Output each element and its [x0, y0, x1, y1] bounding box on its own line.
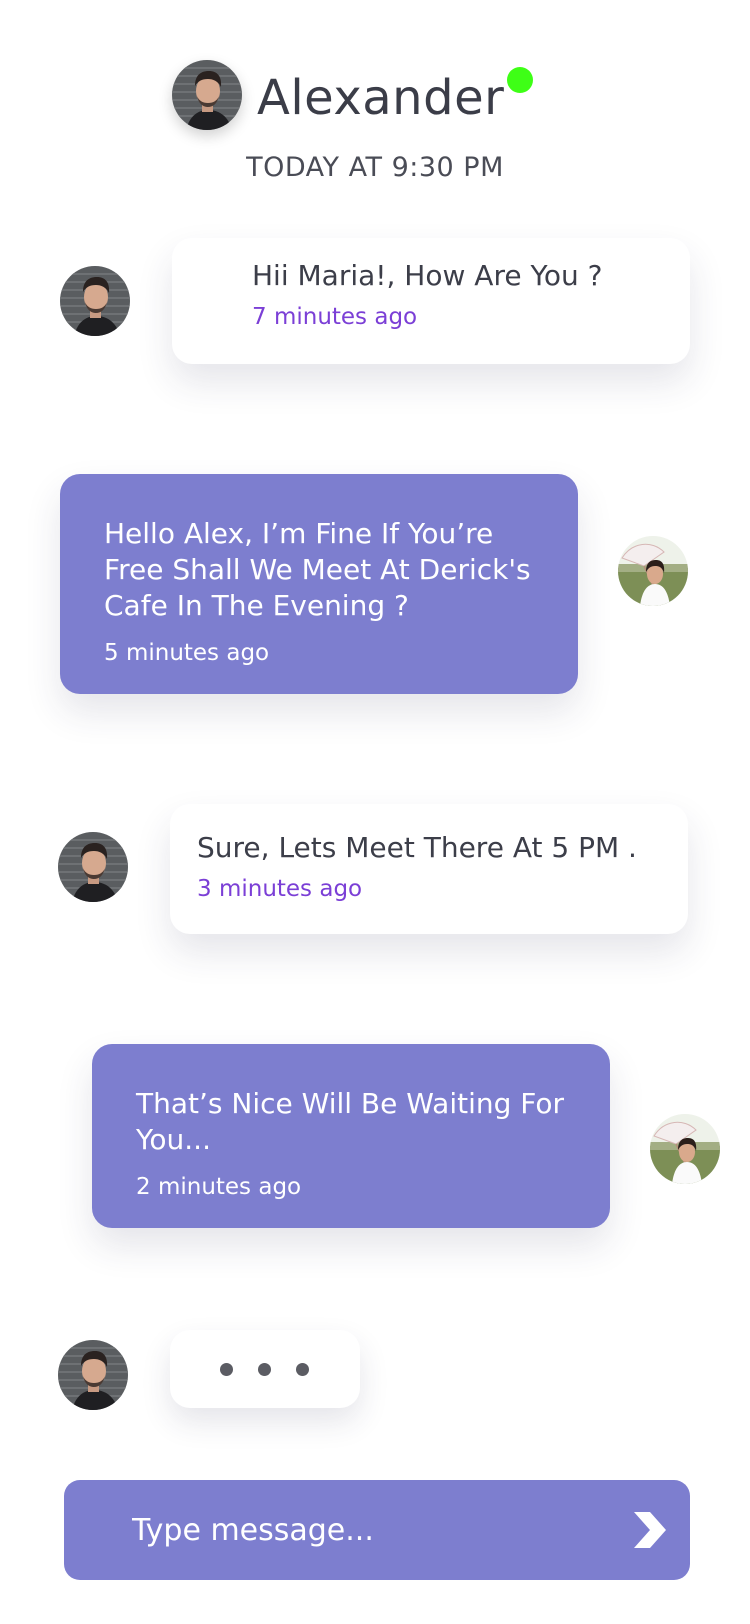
message-timestamp: 5 minutes ago	[104, 640, 270, 666]
message-text: Hii Maria!, How Are You ?	[252, 259, 603, 292]
typing-dot	[296, 1363, 309, 1376]
sender-avatar-alexander[interactable]	[60, 266, 130, 336]
message-bubble-incoming[interactable]: Hii Maria!, How Are You ? 7 minutes ago	[172, 238, 690, 364]
message-text: Sure, Lets Meet There At 5 PM .	[197, 831, 637, 864]
sender-avatar-alexander[interactable]	[58, 1340, 128, 1410]
sender-avatar-maria[interactable]	[618, 536, 688, 606]
message-input[interactable]	[132, 1504, 602, 1556]
send-chevron-icon	[634, 1512, 666, 1548]
message-bubble-outgoing[interactable]: Hello Alex, I’m Fine If You’re Free Shal…	[60, 474, 578, 694]
message-text: That’s Nice Will Be Waiting For You...	[136, 1087, 565, 1156]
message-text: Hello Alex, I’m Fine If You’re Free Shal…	[104, 517, 531, 622]
typing-dot	[220, 1363, 233, 1376]
sender-avatar-alexander[interactable]	[58, 832, 128, 902]
message-bubble-outgoing[interactable]: That’s Nice Will Be Waiting For You... 2…	[92, 1044, 610, 1228]
message-bubble-incoming[interactable]: Sure, Lets Meet There At 5 PM . 3 minute…	[170, 804, 688, 934]
man-avatar-image	[58, 832, 128, 902]
man-avatar-image	[58, 1340, 128, 1410]
sender-avatar-maria[interactable]	[650, 1114, 720, 1184]
contact-name: Alexander	[257, 70, 505, 126]
message-timestamp: 7 minutes ago	[252, 304, 418, 330]
online-status-icon	[507, 67, 533, 93]
message-timestamp: 3 minutes ago	[197, 876, 363, 902]
woman-avatar-image	[618, 536, 688, 606]
conversation-date-label: TODAY AT 9:30 PM	[246, 152, 504, 183]
send-button[interactable]	[626, 1508, 670, 1552]
contact-avatar[interactable]	[172, 60, 242, 130]
man-avatar-image	[172, 60, 242, 130]
message-timestamp: 2 minutes ago	[136, 1174, 302, 1200]
message-composer	[64, 1480, 690, 1580]
woman-avatar-image	[650, 1114, 720, 1184]
man-avatar-image	[60, 266, 130, 336]
typing-dot	[258, 1363, 271, 1376]
typing-indicator	[170, 1330, 360, 1408]
